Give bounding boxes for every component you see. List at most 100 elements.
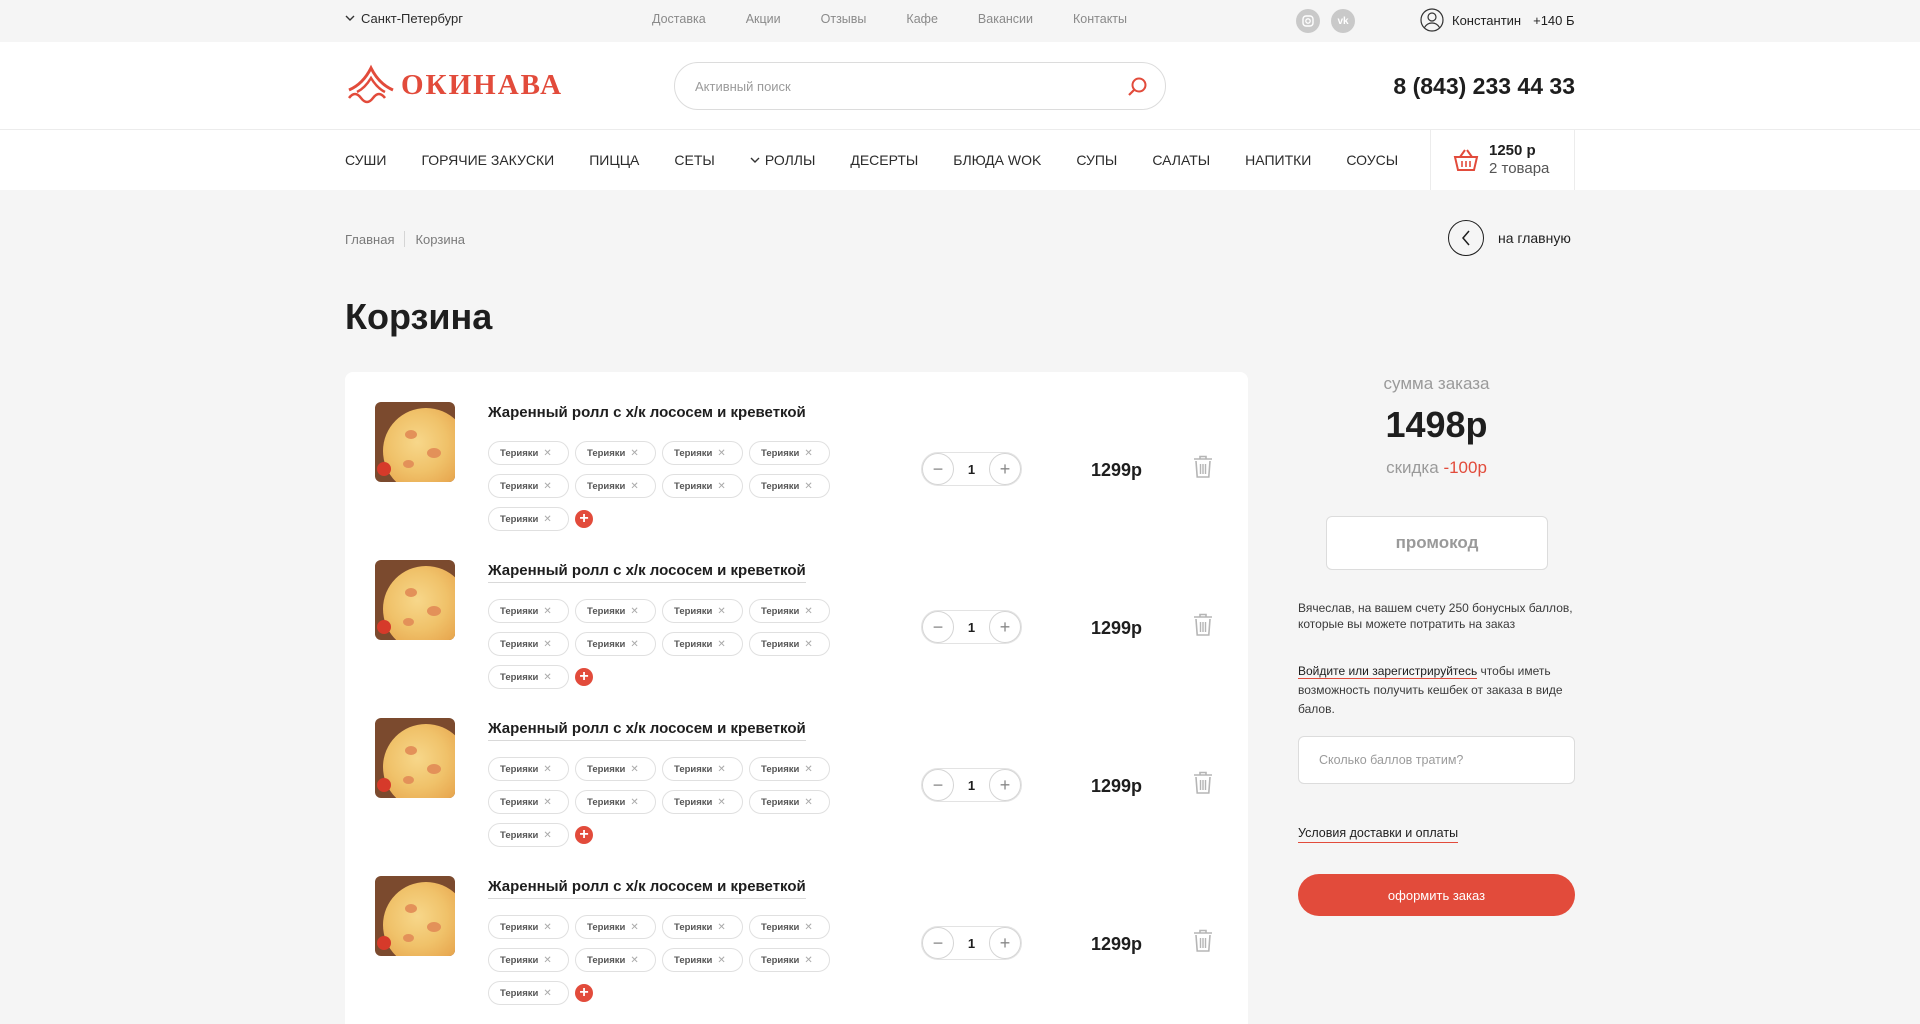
category-soups[interactable]: СУПЫ: [1076, 152, 1117, 168]
topping-chip-label: Терияки: [674, 605, 713, 617]
close-icon[interactable]: ✕: [543, 672, 551, 683]
close-icon[interactable]: ✕: [717, 606, 725, 617]
mini-cart[interactable]: 1250 р 2 товара: [1430, 130, 1575, 190]
product-image[interactable]: [375, 560, 455, 640]
category-salads[interactable]: САЛАТЫ: [1152, 152, 1210, 168]
add-topping-button[interactable]: +: [575, 984, 593, 1002]
instagram-icon[interactable]: [1296, 9, 1320, 33]
category-wok[interactable]: БЛЮДА WOK: [953, 152, 1041, 168]
top-nav-link-promotions[interactable]: Акции: [746, 12, 781, 26]
search-input[interactable]: [695, 63, 1115, 109]
close-icon[interactable]: ✕: [804, 955, 812, 966]
close-icon[interactable]: ✕: [630, 606, 638, 617]
close-icon[interactable]: ✕: [543, 922, 551, 933]
close-icon[interactable]: ✕: [717, 797, 725, 808]
topping-chip: Терияки ✕: [575, 599, 656, 623]
cart-items-list: Жаренный ролл с х/к лососем и креветкой Т…: [345, 372, 1248, 1024]
trash-icon[interactable]: [1193, 929, 1213, 958]
close-icon[interactable]: ✕: [543, 606, 551, 617]
user-name: Константин: [1452, 12, 1522, 28]
product-image[interactable]: [375, 876, 455, 956]
close-icon[interactable]: ✕: [804, 797, 812, 808]
close-icon[interactable]: ✕: [804, 481, 812, 492]
category-desserts[interactable]: ДЕСЕРТЫ: [850, 152, 918, 168]
login-register-link[interactable]: Войдите или зарегистрируйтесь: [1298, 664, 1478, 679]
plus-icon[interactable]: +: [988, 769, 1021, 801]
minus-icon[interactable]: −: [922, 769, 954, 801]
close-icon[interactable]: ✕: [804, 448, 812, 459]
phone-number[interactable]: 8 (843) 233 44 33: [1393, 73, 1575, 100]
user-menu[interactable]: Константин +140 Б: [1420, 8, 1575, 32]
product-image[interactable]: [375, 718, 455, 798]
close-icon[interactable]: ✕: [804, 764, 812, 775]
close-icon[interactable]: ✕: [543, 830, 551, 841]
close-icon[interactable]: ✕: [543, 797, 551, 808]
top-nav-link-delivery[interactable]: Доставка: [652, 12, 706, 26]
product-name[interactable]: Жаренный ролл с х/к лососем и креветкой: [488, 562, 806, 583]
topping-chip-label: Терияки: [761, 954, 800, 966]
minus-icon[interactable]: −: [922, 611, 954, 643]
category-hot-snacks[interactable]: ГОРЯЧИЕ ЗАКУСКИ: [421, 152, 554, 168]
close-icon[interactable]: ✕: [543, 955, 551, 966]
close-icon[interactable]: ✕: [543, 639, 551, 650]
trash-icon[interactable]: [1193, 613, 1213, 642]
category-rolls[interactable]: РОЛЛЫ: [750, 152, 815, 168]
close-icon[interactable]: ✕: [543, 764, 551, 775]
plus-icon[interactable]: +: [988, 453, 1021, 485]
category-sets[interactable]: СЕТЫ: [674, 152, 714, 168]
back-to-home-link[interactable]: на главную: [1448, 220, 1571, 256]
close-icon[interactable]: ✕: [630, 764, 638, 775]
top-nav-link-vacancies[interactable]: Вакансии: [978, 12, 1033, 26]
minus-icon[interactable]: −: [922, 453, 954, 485]
place-order-button[interactable]: оформить заказ: [1298, 874, 1575, 916]
minus-icon[interactable]: −: [922, 927, 954, 959]
city-selector[interactable]: Санкт-Петербург: [345, 11, 463, 26]
close-icon[interactable]: ✕: [630, 639, 638, 650]
add-topping-button[interactable]: +: [575, 510, 593, 528]
close-icon[interactable]: ✕: [630, 448, 638, 459]
product-name[interactable]: Жаренный ролл с х/к лососем и креветкой: [488, 404, 806, 424]
plus-icon[interactable]: +: [988, 927, 1021, 959]
close-icon[interactable]: ✕: [717, 481, 725, 492]
close-icon[interactable]: ✕: [717, 448, 725, 459]
breadcrumb-home[interactable]: Главная: [345, 232, 394, 247]
top-nav-link-contacts[interactable]: Контакты: [1073, 12, 1127, 26]
category-drinks[interactable]: НАПИТКИ: [1245, 152, 1311, 168]
top-nav-link-cafe[interactable]: Кафе: [906, 12, 937, 26]
product-image[interactable]: [375, 402, 455, 482]
add-topping-button[interactable]: +: [575, 668, 593, 686]
close-icon[interactable]: ✕: [717, 922, 725, 933]
close-icon[interactable]: ✕: [630, 955, 638, 966]
product-name[interactable]: Жаренный ролл с х/к лососем и креветкой: [488, 720, 806, 741]
search-icon[interactable]: [1127, 76, 1149, 103]
close-icon[interactable]: ✕: [543, 514, 551, 525]
category-sauces[interactable]: СОУСЫ: [1346, 152, 1398, 168]
close-icon[interactable]: ✕: [543, 448, 551, 459]
vk-icon[interactable]: vk: [1331, 9, 1355, 33]
close-icon[interactable]: ✕: [717, 639, 725, 650]
add-topping-button[interactable]: +: [575, 826, 593, 844]
bonus-points-input[interactable]: [1298, 736, 1575, 784]
plus-icon[interactable]: +: [988, 611, 1021, 643]
product-name[interactable]: Жаренный ролл с х/к лососем и креветкой: [488, 878, 806, 899]
close-icon[interactable]: ✕: [630, 922, 638, 933]
logo[interactable]: ОКИНАВА: [345, 62, 563, 108]
category-pizza[interactable]: ПИЦЦА: [589, 152, 639, 168]
close-icon[interactable]: ✕: [804, 639, 812, 650]
close-icon[interactable]: ✕: [630, 797, 638, 808]
top-nav-link-reviews[interactable]: Отзывы: [821, 12, 867, 26]
chevron-left-icon: [1448, 220, 1484, 256]
delivery-terms-link[interactable]: Условия доставки и оплаты: [1298, 826, 1459, 843]
close-icon[interactable]: ✕: [630, 481, 638, 492]
close-icon[interactable]: ✕: [543, 481, 551, 492]
close-icon[interactable]: ✕: [543, 988, 551, 999]
close-icon[interactable]: ✕: [804, 922, 812, 933]
topping-chip: Терияки ✕: [575, 441, 656, 465]
trash-icon[interactable]: [1193, 455, 1213, 484]
trash-icon[interactable]: [1193, 771, 1213, 800]
category-sushi[interactable]: СУШИ: [345, 152, 386, 168]
close-icon[interactable]: ✕: [717, 955, 725, 966]
close-icon[interactable]: ✕: [717, 764, 725, 775]
promo-code-button[interactable]: промокод: [1326, 516, 1548, 570]
close-icon[interactable]: ✕: [804, 606, 812, 617]
